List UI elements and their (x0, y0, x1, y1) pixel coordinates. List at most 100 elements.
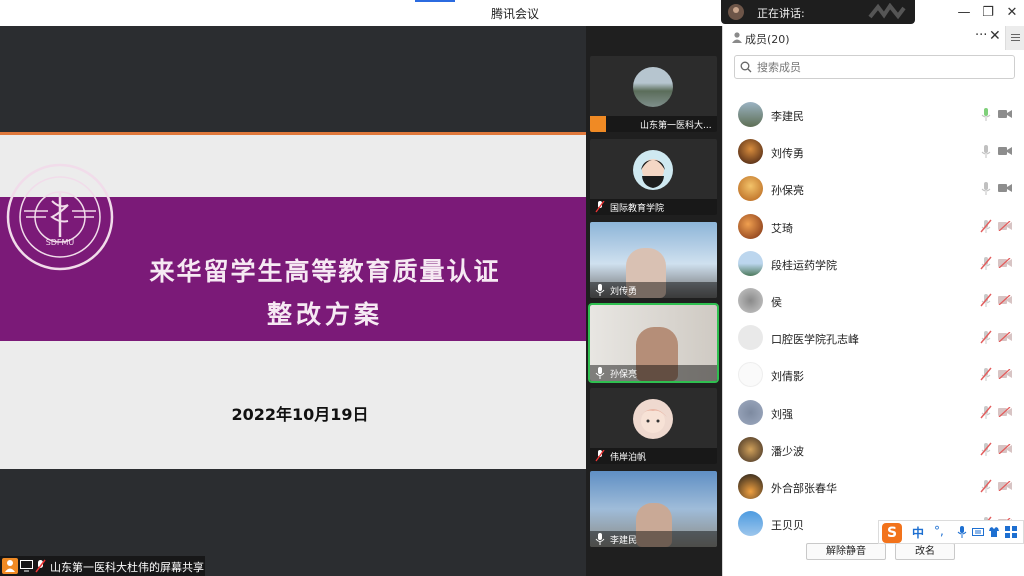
mic-icon[interactable] (980, 181, 992, 196)
member-avatar (738, 139, 763, 165)
slide: 来华留学生高等教育质量认证 整改方案 SDFMU 2022年10月19日 (0, 135, 586, 469)
minimize-button[interactable]: — (956, 5, 972, 20)
member-row[interactable]: 孙保亮 (723, 172, 1019, 206)
camera-icon[interactable] (998, 183, 1012, 193)
member-search[interactable] (734, 55, 1015, 79)
members-title: 成员(20) (745, 33, 790, 46)
voice-input-icon[interactable] (956, 526, 968, 538)
mic-icon (595, 533, 605, 545)
shared-screen-stage: 来华留学生高等教育质量认证 整改方案 SDFMU 2022年10月19日 (0, 26, 586, 576)
screen-share-icon (20, 560, 33, 572)
person-icon (2, 558, 18, 574)
mic-muted-icon[interactable] (980, 256, 992, 270)
tile-name: 国际教育学院 (610, 204, 665, 214)
mic-muted-icon[interactable] (980, 330, 992, 345)
participant-avatar (633, 399, 673, 439)
camera-off-icon[interactable] (998, 332, 1012, 343)
university-seal-icon: SDFMU (6, 163, 114, 271)
tile-label: 国际教育学院 (590, 199, 717, 215)
keyboard-icon[interactable] (972, 526, 984, 538)
mic-muted-icon[interactable] (980, 293, 992, 307)
tile-label: 刘传勇 (590, 282, 717, 298)
mic-muted-icon[interactable] (980, 405, 992, 419)
member-avatar (738, 288, 763, 313)
camera-off-icon[interactable] (998, 481, 1012, 491)
ime-punctuation[interactable]: °, (934, 524, 944, 538)
member-name: 刘传勇 (771, 147, 804, 161)
video-tile[interactable]: 伟岸泊帆 (590, 388, 717, 464)
slide-subtitle: 整改方案 (266, 300, 383, 329)
member-row[interactable]: 刘倩影 (723, 358, 1019, 392)
participant-avatar (633, 67, 673, 107)
camera-off-icon[interactable] (998, 406, 1012, 417)
ime-mode[interactable]: 中 (912, 524, 924, 541)
window-close-button[interactable]: ✕ (1004, 5, 1020, 20)
unmute-all-button[interactable]: 解除静音 (806, 543, 886, 560)
member-avatar (738, 362, 763, 388)
mic-muted-icon (595, 201, 605, 213)
camera-off-icon[interactable] (998, 295, 1012, 305)
panel-menu-button[interactable] (1005, 26, 1024, 50)
tencent-meeting-window: 腾讯会议 正在讲话: — ❐ ✕ 来华留学生高等教育质量认证 整改方案 SDFM… (0, 0, 1024, 576)
video-tile-active[interactable]: 孙保亮 (588, 303, 719, 383)
member-row[interactable]: 口腔医学院孔志峰 (723, 321, 1019, 355)
mic-icon[interactable] (980, 107, 992, 121)
member-avatar (738, 474, 763, 499)
member-name: 外合部张春华 (771, 482, 837, 495)
member-avatar (738, 176, 763, 202)
camera-off-icon[interactable] (998, 443, 1012, 454)
member-row[interactable]: 艾琦 (723, 210, 1019, 244)
mic-icon[interactable] (980, 144, 992, 159)
restore-button[interactable]: ❐ (980, 5, 996, 20)
speaker-blur-icon (868, 3, 906, 20)
tile-name: 李建民 (610, 536, 638, 546)
member-avatar (738, 399, 763, 425)
tile-label: 山东第一医科大... (590, 116, 717, 132)
member-name: 王贝贝 (771, 519, 804, 533)
member-row[interactable]: 李建民 (723, 98, 1019, 132)
mic-muted-icon[interactable] (980, 442, 992, 456)
member-avatar (738, 213, 763, 239)
video-tile[interactable]: 李建民 (590, 471, 717, 547)
video-tile[interactable]: 刘传勇 (590, 222, 717, 298)
speaker-avatar-icon (728, 4, 744, 20)
member-name: 侯 (771, 296, 782, 309)
camera-off-icon[interactable] (998, 257, 1012, 268)
camera-icon[interactable] (998, 146, 1012, 156)
skin-icon[interactable] (988, 526, 1000, 538)
member-avatar (738, 511, 763, 537)
sogou-logo-icon[interactable]: S (882, 523, 902, 543)
window-title: 腾讯会议 (490, 7, 539, 21)
mic-muted-icon[interactable] (980, 367, 992, 382)
mic-icon (595, 367, 605, 379)
member-name: 刘强 (771, 407, 793, 421)
camera-off-icon[interactable] (998, 369, 1012, 380)
video-gallery: 山东第一医科大... 国际教育学院 刘传勇 孙保亮 伟岸泊帆 李建民 (586, 26, 722, 576)
member-row[interactable]: 外合部张春华 (723, 470, 1019, 504)
panel-close-button[interactable]: ✕ (989, 28, 1001, 44)
screen-share-owner: 山东第一医科大杜伟的屏幕共享 (50, 561, 204, 574)
mic-muted-icon (595, 450, 605, 462)
camera-off-icon[interactable] (998, 220, 1012, 231)
tile-label: 李建民 (590, 531, 717, 547)
toolbox-icon[interactable] (1005, 526, 1017, 538)
member-row[interactable]: 侯 (723, 284, 1019, 318)
video-tile[interactable]: 山东第一医科大... (590, 56, 717, 132)
member-name: 口腔医学院孔志峰 (771, 333, 859, 347)
camera-icon[interactable] (998, 109, 1012, 119)
member-row[interactable]: 潘少波 (723, 433, 1019, 467)
member-row[interactable]: 刘传勇 (723, 135, 1019, 169)
rename-button[interactable]: 改名 (895, 543, 955, 560)
video-tile[interactable]: 国际教育学院 (590, 139, 717, 215)
more-options-button[interactable]: ··· (975, 28, 987, 43)
search-input[interactable] (757, 59, 1007, 75)
mic-muted-icon (35, 559, 46, 573)
mic-muted-icon[interactable] (980, 219, 992, 233)
member-row[interactable]: 段桂运药学院 (723, 247, 1019, 281)
tile-label: 孙保亮 (590, 365, 717, 381)
mic-muted-icon[interactable] (980, 479, 992, 493)
tile-name: 伟岸泊帆 (610, 453, 647, 463)
member-row[interactable]: 刘强 (723, 396, 1019, 430)
member-name: 李建民 (771, 110, 804, 123)
tile-label: 伟岸泊帆 (590, 448, 717, 464)
